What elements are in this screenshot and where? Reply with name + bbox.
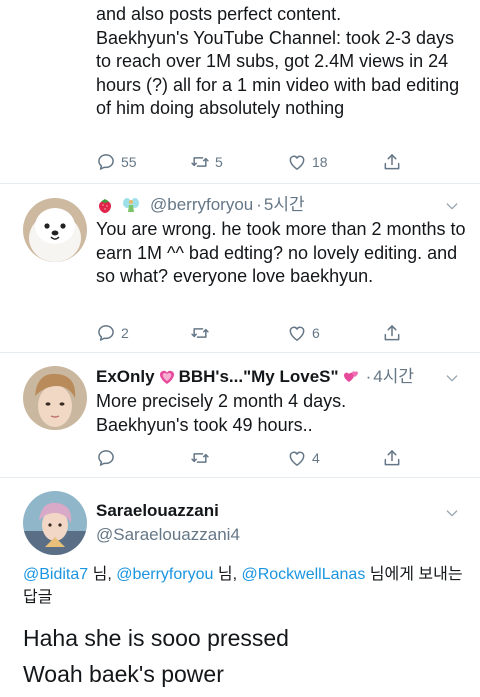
heart-emoji-icon	[159, 370, 174, 384]
retweet-button[interactable]	[190, 321, 215, 345]
divider	[0, 183, 480, 184]
user-handle[interactable]: @berryforyou	[150, 194, 253, 216]
reply-button[interactable]: 55	[96, 150, 137, 174]
like-count: 4	[312, 450, 320, 466]
strawberry-icon	[99, 199, 111, 213]
chevron-down-icon[interactable]	[444, 505, 460, 521]
tweet-handle-row: @Saraelouazzani4	[96, 524, 240, 546]
share-icon	[382, 448, 402, 468]
heart-icon	[287, 323, 307, 343]
separator: ·	[256, 195, 262, 214]
retweet-icon	[190, 152, 210, 172]
tweet-text: Haha she is sooo pressed Woah baek's pow…	[23, 625, 289, 687]
reply-icon	[96, 323, 116, 343]
avatar[interactable]	[23, 366, 87, 430]
tweet-text: More precisely 2 month 4 days. Baekhyun'…	[96, 391, 347, 435]
tweet-header: @berryforyou · 5시간	[96, 194, 305, 216]
share-button[interactable]	[382, 150, 402, 174]
retweet-button[interactable]	[190, 446, 215, 470]
retweet-button[interactable]: 5	[190, 150, 223, 174]
heart-icon	[287, 448, 307, 468]
share-icon	[382, 323, 402, 343]
separator: ·	[365, 367, 372, 386]
retweet-icon	[190, 448, 210, 468]
share-button[interactable]	[382, 321, 402, 345]
reply-button[interactable]: 2	[96, 321, 129, 345]
divider	[0, 477, 480, 478]
mention-link[interactable]: @berryforyou	[116, 566, 213, 583]
like-button[interactable]: 6	[287, 321, 320, 345]
mention-link[interactable]: @RockwellLanas	[241, 566, 365, 583]
divider	[0, 352, 480, 353]
tweet-actions: 4	[96, 446, 416, 470]
like-button[interactable]: 18	[287, 150, 328, 174]
user-handle[interactable]: @Saraelouazzani4	[96, 524, 240, 546]
tweet-header: Saraelouazzani	[96, 500, 219, 522]
reply-icon	[96, 448, 116, 468]
reply-icon	[96, 152, 116, 172]
fairy-icon	[123, 198, 139, 212]
share-icon	[382, 152, 402, 172]
heart-icon	[287, 152, 307, 172]
retweet-count: 5	[215, 154, 223, 170]
reply-count: 2	[121, 325, 129, 341]
retweet-icon	[190, 323, 210, 343]
reply-count: 55	[121, 154, 137, 170]
reply-button[interactable]	[96, 446, 121, 470]
like-count: 18	[312, 154, 328, 170]
reply-to-text: 님,	[213, 566, 242, 583]
replying-to: @Bidita7 님, @berryforyou 님, @RockwellLan…	[23, 563, 463, 609]
chevron-down-icon[interactable]	[444, 370, 460, 386]
tweet-actions: 55 5 18	[96, 150, 416, 174]
avatar[interactable]	[23, 198, 87, 262]
chevron-down-icon[interactable]	[444, 198, 460, 214]
user-name[interactable]: ExOnly	[96, 366, 155, 388]
share-button[interactable]	[382, 446, 402, 470]
mention-link[interactable]: @Bidita7	[23, 566, 88, 583]
like-count: 6	[312, 325, 320, 341]
user-name-suffix[interactable]: BBH's..."My LoveS"	[179, 366, 339, 388]
tweet-text: You are wrong. he took more than 2 month…	[96, 219, 466, 286]
avatar[interactable]	[23, 491, 87, 555]
tweet-header: ExOnly BBH's..."My LoveS" · 4시간	[96, 366, 414, 388]
like-button[interactable]: 4	[287, 446, 320, 470]
timestamp[interactable]: 4시간	[373, 366, 414, 388]
user-name[interactable]: Saraelouazzani	[96, 500, 219, 522]
reply-to-text: 님,	[88, 566, 117, 583]
tweet-actions: 2 6	[96, 321, 416, 345]
tweet-text: and also posts perfect content. Baekhyun…	[96, 4, 460, 118]
hearts-emoji-icon	[343, 371, 358, 382]
timestamp[interactable]: 5시간	[264, 194, 305, 216]
